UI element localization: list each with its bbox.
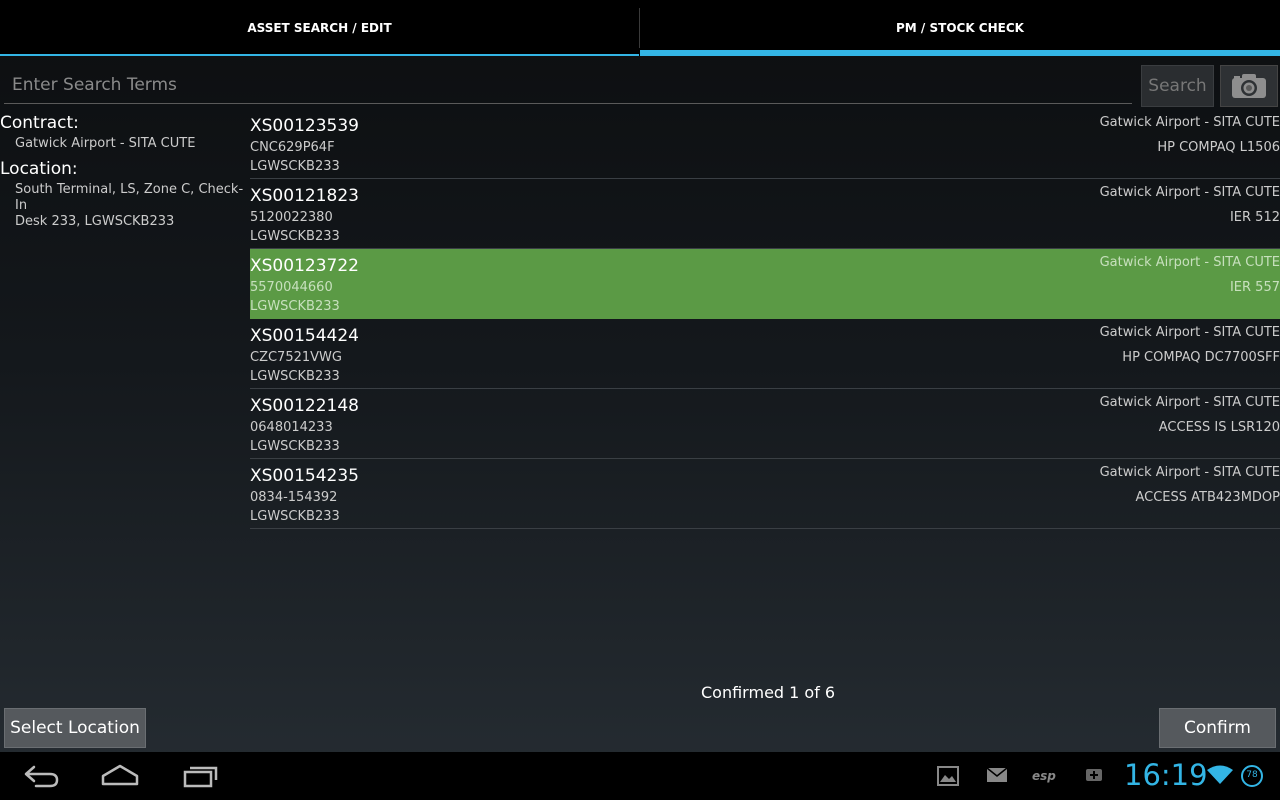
asset-id: XS00123722: [250, 256, 359, 276]
asset-list: XS00123539 CNC629P64F LGWSCKB233 Gatwick…: [250, 109, 1280, 529]
recent-apps-icon[interactable]: [182, 762, 220, 790]
asset-row[interactable]: XS00122148 0648014233 LGWSCKB233 Gatwick…: [250, 389, 1280, 459]
asset-location: LGWSCKB233: [250, 229, 340, 244]
asset-serial: CZC7521VWG: [250, 350, 342, 365]
battery-level: 78: [1246, 770, 1258, 780]
asset-model: IER 512: [1229, 210, 1280, 225]
location-value-line1: South Terminal, LS, Zone C, Check-In: [15, 182, 244, 213]
confirmed-count: Confirmed 1 of 6: [701, 683, 836, 702]
camera-button[interactable]: [1220, 65, 1278, 107]
asset-location: LGWSCKB233: [250, 159, 340, 174]
asset-model: IER 557: [1229, 280, 1280, 295]
asset-model: ACCESS ATB423MDOP: [1135, 490, 1280, 505]
asset-row-confirmed[interactable]: XS00123722 5570044660 LGWSCKB233 Gatwick…: [250, 249, 1280, 319]
battery-indicator: 78: [1240, 764, 1264, 788]
asset-id: XS00122148: [250, 396, 359, 416]
back-icon[interactable]: [22, 762, 60, 790]
email-notification-icon: [986, 767, 1008, 782]
esp-notification-icon: esp: [1032, 769, 1056, 783]
asset-contract: Gatwick Airport - SITA CUTE: [1099, 255, 1280, 270]
asset-location: LGWSCKB233: [250, 509, 340, 524]
asset-contract: Gatwick Airport - SITA CUTE: [1099, 115, 1280, 130]
app-notification-icon: [1086, 769, 1102, 781]
asset-id: XS00154235: [250, 466, 359, 486]
svg-text:esp: esp: [1032, 769, 1056, 783]
location-value-line2: Desk 233, LGWSCKB233: [15, 214, 175, 229]
asset-model: ACCESS IS LSR120: [1158, 420, 1280, 435]
asset-serial: 5120022380: [250, 210, 333, 225]
asset-contract: Gatwick Airport - SITA CUTE: [1099, 465, 1280, 480]
clock: 16:19: [1124, 758, 1208, 792]
asset-model: HP COMPAQ DC7700SFF: [1122, 350, 1280, 365]
asset-row[interactable]: XS00154424 CZC7521VWG LGWSCKB233 Gatwick…: [250, 319, 1280, 389]
confirm-button[interactable]: Confirm: [1159, 708, 1276, 748]
contract-label: Contract:: [0, 113, 79, 133]
tab-pm-stock-check[interactable]: PM / STOCK CHECK: [640, 0, 1280, 56]
search-button[interactable]: Search: [1141, 65, 1214, 107]
wifi-icon: [1207, 765, 1233, 784]
asset-contract: Gatwick Airport - SITA CUTE: [1099, 325, 1280, 340]
asset-row[interactable]: XS00154235 0834-154392 LGWSCKB233 Gatwic…: [250, 459, 1280, 529]
asset-location: LGWSCKB233: [250, 439, 340, 454]
asset-contract: Gatwick Airport - SITA CUTE: [1099, 185, 1280, 200]
select-location-button[interactable]: Select Location: [4, 708, 146, 748]
asset-serial: 0834-154392: [250, 490, 338, 505]
location-label: Location:: [0, 159, 78, 179]
asset-id: XS00121823: [250, 186, 359, 206]
asset-serial: CNC629P64F: [250, 140, 335, 155]
asset-contract: Gatwick Airport - SITA CUTE: [1099, 395, 1280, 410]
asset-id: XS00123539: [250, 116, 359, 136]
contract-value: Gatwick Airport - SITA CUTE: [15, 136, 196, 151]
tab-indicator: [0, 54, 639, 56]
tab-bar: ASSET SEARCH / EDIT PM / STOCK CHECK: [0, 0, 1280, 56]
tab-indicator-active: [640, 50, 1280, 56]
home-icon[interactable]: [100, 762, 140, 790]
tab-label: ASSET SEARCH / EDIT: [247, 21, 392, 35]
search-input[interactable]: [4, 66, 1132, 104]
asset-location: LGWSCKB233: [250, 369, 340, 384]
tab-asset-search-edit[interactable]: ASSET SEARCH / EDIT: [0, 0, 639, 56]
camera-icon: [1232, 74, 1266, 98]
asset-id: XS00154424: [250, 326, 359, 346]
asset-row[interactable]: XS00121823 5120022380 LGWSCKB233 Gatwick…: [250, 179, 1280, 249]
gallery-notification-icon: [937, 766, 959, 786]
asset-model: HP COMPAQ L1506: [1157, 140, 1280, 155]
asset-location: LGWSCKB233: [250, 299, 340, 314]
asset-serial: 0648014233: [250, 420, 333, 435]
tab-label: PM / STOCK CHECK: [896, 21, 1024, 35]
asset-location-panel: Contract: Gatwick Airport - SITA CUTE Lo…: [0, 112, 248, 230]
asset-serial: 5570044660: [250, 280, 333, 295]
system-navigation-bar: esp 16:19 78: [0, 752, 1280, 800]
asset-row[interactable]: XS00123539 CNC629P64F LGWSCKB233 Gatwick…: [250, 109, 1280, 179]
